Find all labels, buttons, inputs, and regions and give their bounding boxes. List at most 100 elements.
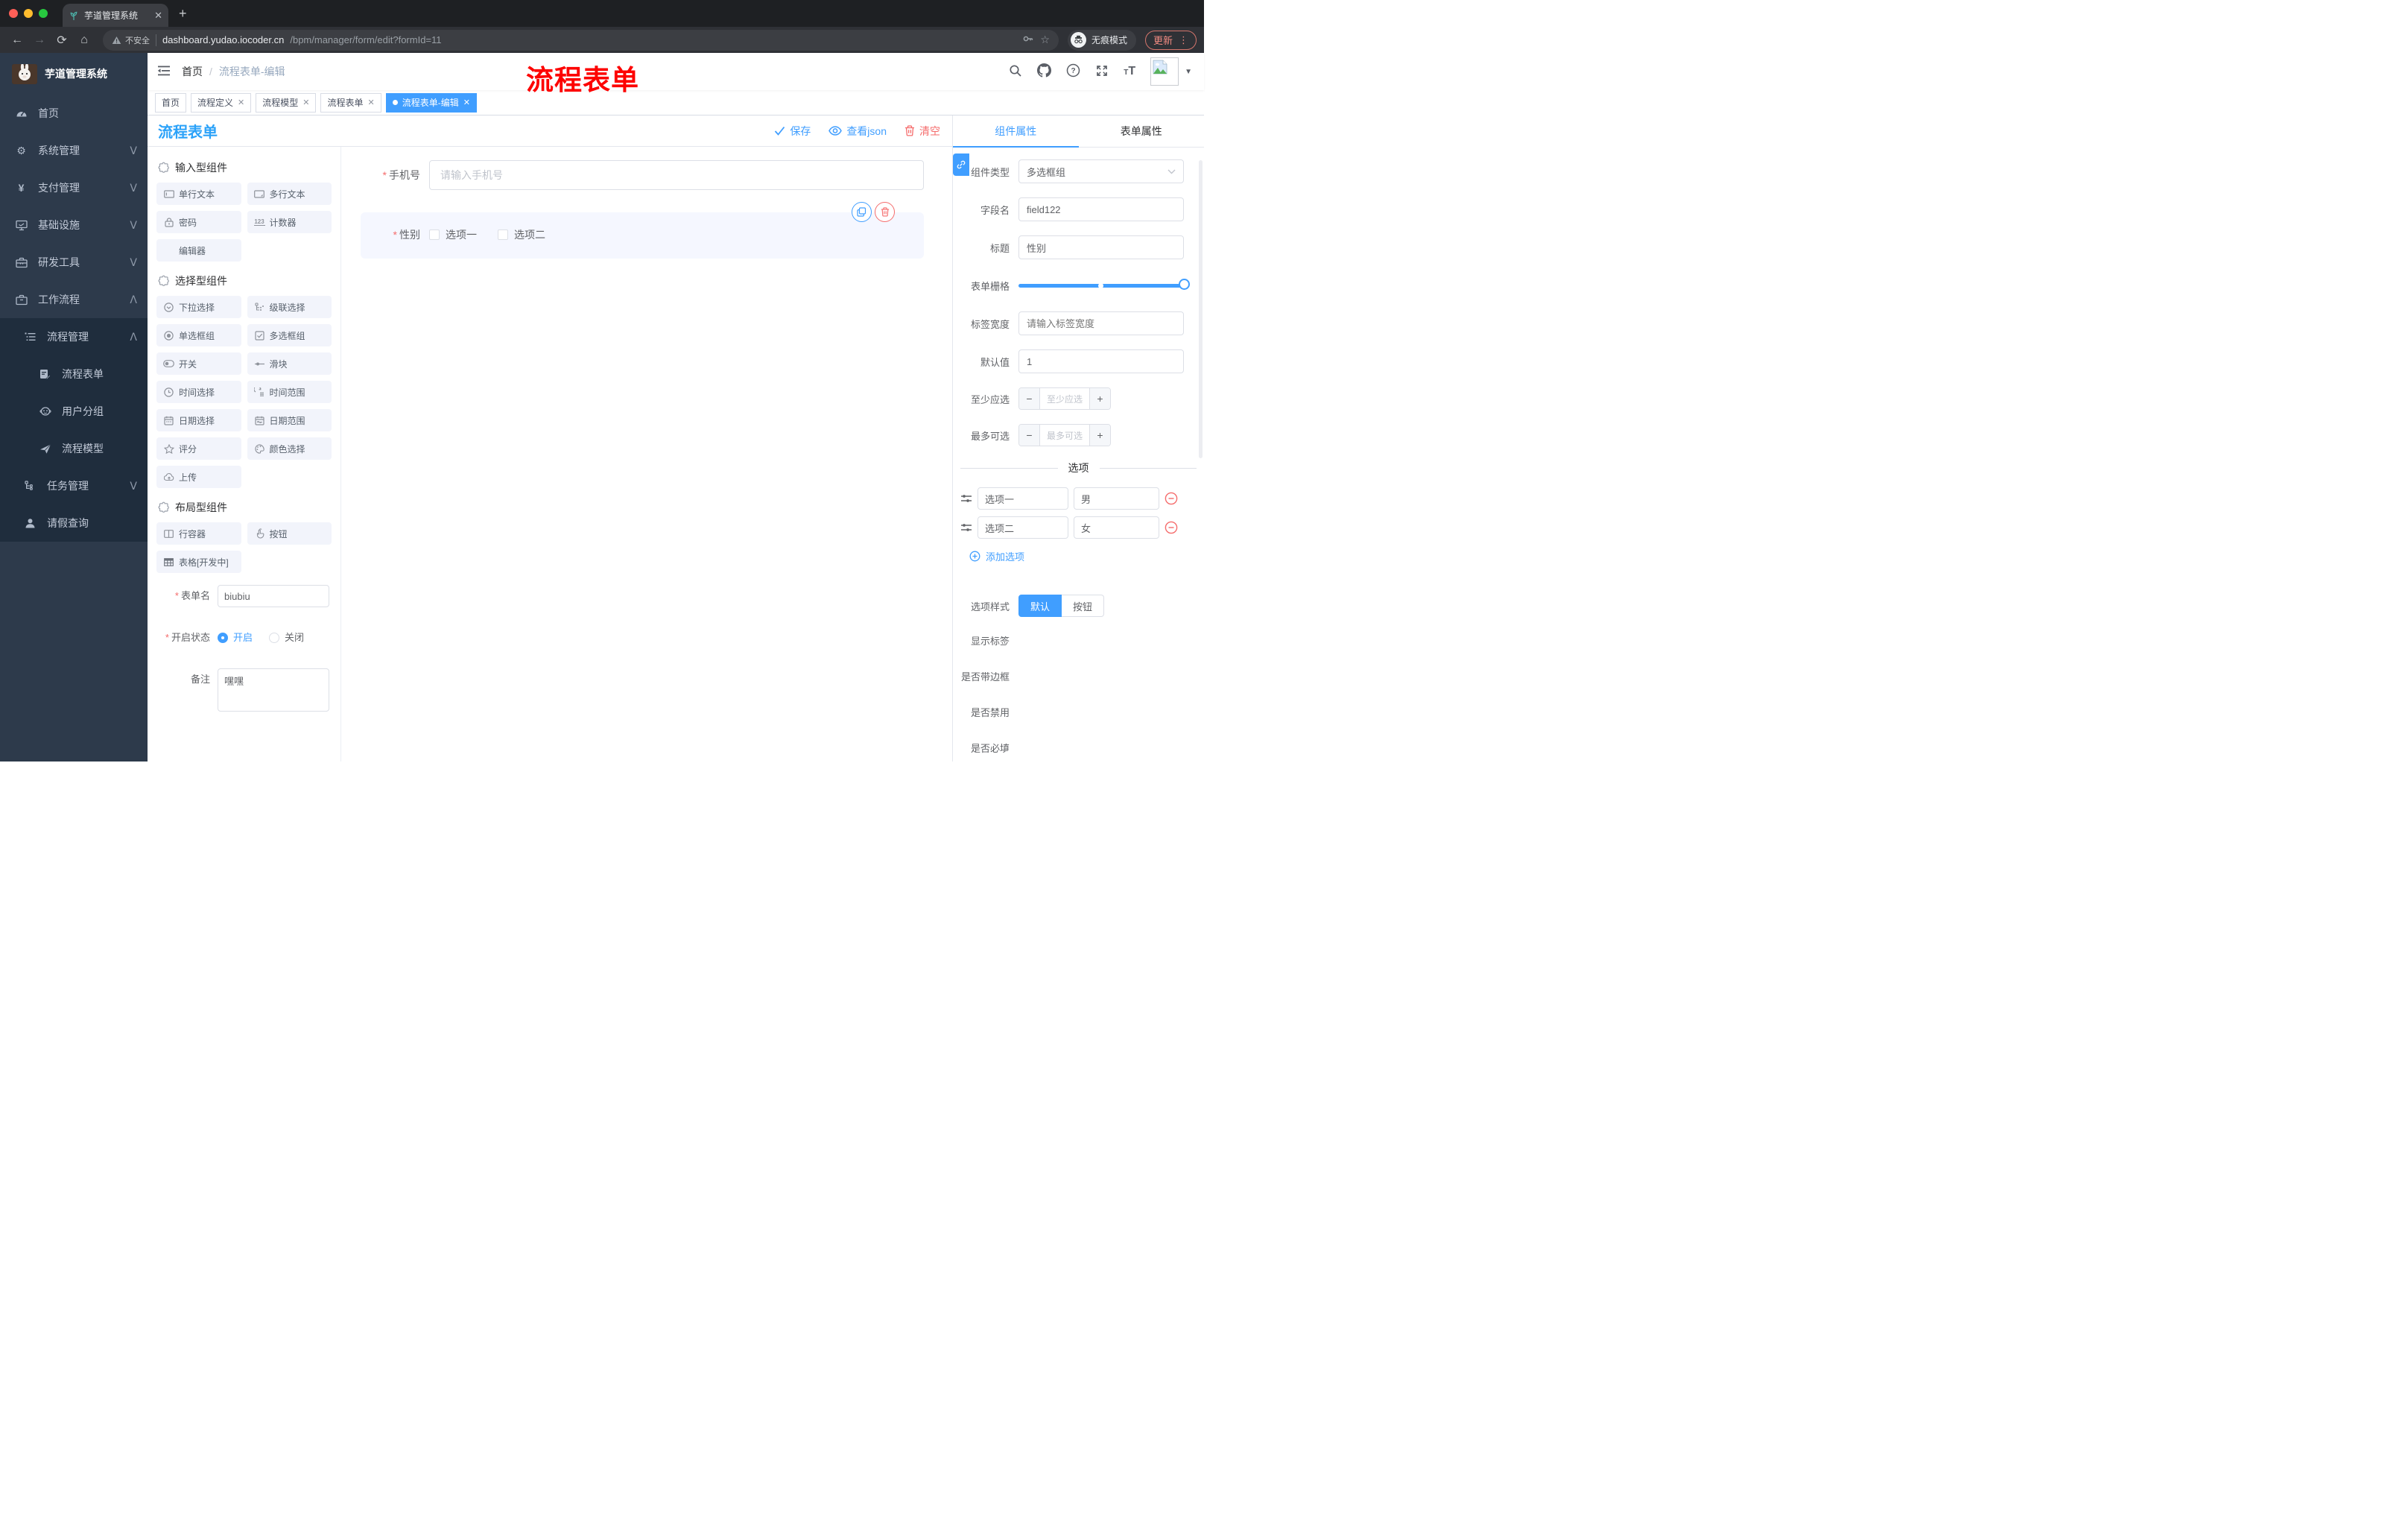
style-default-button[interactable]: 默认 <box>1018 595 1062 617</box>
palette-item-row-container[interactable]: 行容器 <box>156 522 241 545</box>
form-canvas[interactable]: 手机号 请输入手机号 性别 <box>341 147 952 762</box>
not-secure-badge[interactable]: 不安全 <box>112 34 150 46</box>
browser-update-button[interactable]: 更新 ⋮ <box>1144 30 1197 50</box>
remark-textarea[interactable]: 嘿嘿 <box>218 668 329 712</box>
tag-process-definition[interactable]: 流程定义 ✕ <box>191 92 252 113</box>
option1-label-input[interactable] <box>978 487 1068 510</box>
close-icon[interactable]: ✕ <box>302 98 309 107</box>
palette-item-counter[interactable]: 123 计数器 <box>247 211 332 233</box>
status-radio-off[interactable]: 关闭 <box>269 627 304 649</box>
palette-item-date-range[interactable]: 日期范围 <box>247 409 332 431</box>
palette-item-rate[interactable]: 评分 <box>156 437 241 460</box>
copy-widget-button[interactable] <box>852 202 872 222</box>
palette-item-input[interactable]: 单行文本 <box>156 183 241 205</box>
palette-item-select[interactable]: 下拉选择 <box>156 296 241 318</box>
status-radio-on[interactable]: 开启 <box>218 627 253 649</box>
title-input[interactable] <box>1018 235 1184 259</box>
palette-item-editor[interactable]: 编辑器 <box>156 239 241 262</box>
palette-item-switch[interactable]: 开关 <box>156 352 241 375</box>
home-icon[interactable]: ⌂ <box>75 34 94 47</box>
user-avatar[interactable]: ▼ <box>1150 57 1192 86</box>
sidebar-item-process-mgmt[interactable]: 流程管理 ᐱ <box>0 318 148 355</box>
palette-item-textarea[interactable]: 多行文本 <box>247 183 332 205</box>
default-value-input[interactable] <box>1018 349 1184 373</box>
palette-item-date-picker[interactable]: 日期选择 <box>156 409 241 431</box>
sidebar-item-system[interactable]: ⚙ 系统管理 ᐯ <box>0 132 148 169</box>
remove-option-icon[interactable] <box>1165 492 1178 505</box>
remove-option-icon[interactable] <box>1165 521 1178 534</box>
forward-icon[interactable]: → <box>30 34 49 47</box>
phone-input[interactable]: 请输入手机号 <box>429 160 924 190</box>
minimize-window-button[interactable] <box>24 9 33 18</box>
tag-home[interactable]: 首页 <box>155 92 187 113</box>
max-select-stepper[interactable]: − 最多可选 + <box>1018 424 1111 446</box>
gender-checkbox-option1[interactable]: 选项一 <box>429 227 477 242</box>
bookmark-star-icon[interactable]: ☆ <box>1040 34 1050 46</box>
reload-icon[interactable]: ⟳ <box>52 33 72 48</box>
palette-item-color-picker[interactable]: 颜色选择 <box>247 437 332 460</box>
sidebar-item-payment[interactable]: ¥ 支付管理 ᐯ <box>0 169 148 206</box>
font-size-icon[interactable]: TT <box>1124 65 1135 78</box>
drag-handle-icon[interactable] <box>960 522 972 533</box>
hamburger-icon[interactable] <box>156 64 171 80</box>
option2-label-input[interactable] <box>978 516 1068 539</box>
option1-value-input[interactable] <box>1074 487 1159 510</box>
field-name-input[interactable] <box>1018 197 1184 221</box>
sidebar-item-home[interactable]: 首页 <box>0 95 148 132</box>
plus-icon[interactable]: + <box>1089 425 1110 446</box>
fullscreen-icon[interactable] <box>1095 64 1109 80</box>
back-icon[interactable]: ← <box>7 34 27 47</box>
browser-tab[interactable]: 芋道管理系统 ✕ <box>63 4 168 27</box>
address-bar[interactable]: 不安全 dashboard.yudao.iocoder.cn/bpm/manag… <box>103 29 1059 51</box>
breadcrumb-home[interactable]: 首页 <box>182 64 203 79</box>
palette-item-upload[interactable]: 上传 <box>156 466 241 488</box>
sidebar-logo[interactable]: 芋道管理系统 <box>0 53 148 95</box>
sidebar-item-process-form[interactable]: 流程表单 <box>0 355 148 393</box>
palette-item-table[interactable]: 表格[开发中] <box>156 551 241 573</box>
github-icon[interactable] <box>1037 63 1052 80</box>
delete-widget-button[interactable] <box>875 202 895 222</box>
search-icon[interactable] <box>1009 64 1022 80</box>
tab-form-props[interactable]: 表单属性 <box>1079 115 1205 147</box>
key-icon[interactable] <box>1022 33 1034 47</box>
minus-icon[interactable]: − <box>1019 425 1040 446</box>
sidebar-item-devtools[interactable]: 研发工具 ᐯ <box>0 244 148 281</box>
close-icon[interactable]: ✕ <box>368 98 375 107</box>
tag-process-model[interactable]: 流程模型 ✕ <box>256 92 317 113</box>
tag-process-form[interactable]: 流程表单 ✕ <box>320 92 381 113</box>
gender-checkbox-option2[interactable]: 选项二 <box>498 227 545 242</box>
form-name-input[interactable] <box>218 585 329 607</box>
zoom-window-button[interactable] <box>39 9 48 18</box>
sidebar-item-process-model[interactable]: 流程模型 <box>0 430 148 467</box>
save-button[interactable]: 保存 <box>774 124 811 139</box>
canvas-phone-field[interactable]: 手机号 请输入手机号 <box>341 160 924 190</box>
tab-component-props[interactable]: 组件属性 <box>953 115 1079 148</box>
form-grid-slider[interactable] <box>1018 273 1190 297</box>
close-window-button[interactable] <box>9 9 18 18</box>
close-icon[interactable]: ✕ <box>463 98 470 107</box>
style-button-button[interactable]: 按钮 <box>1062 595 1105 617</box>
browser-menu-icon[interactable]: ⋮ <box>1179 34 1188 46</box>
canvas-gender-widget-selected[interactable]: 性别 选项一 选项二 <box>361 202 924 259</box>
sidebar-item-leave-query[interactable]: 请假查询 <box>0 504 148 542</box>
drag-handle-icon[interactable] <box>960 493 972 504</box>
close-icon[interactable]: ✕ <box>238 98 244 107</box>
clear-button[interactable]: 清空 <box>904 124 940 139</box>
component-type-select[interactable]: 多选框组 <box>1018 159 1184 183</box>
scrollbar[interactable] <box>1199 160 1203 458</box>
palette-item-cascader[interactable]: 级联选择 <box>247 296 332 318</box>
plus-icon[interactable]: + <box>1089 388 1110 409</box>
label-width-input[interactable] <box>1018 311 1184 335</box>
palette-item-radio-group[interactable]: 单选框组 <box>156 324 241 346</box>
sidebar-item-workflow[interactable]: 工作流程 ᐱ <box>0 281 148 318</box>
option2-value-input[interactable] <box>1074 516 1159 539</box>
palette-item-time-picker[interactable]: 时间选择 <box>156 381 241 403</box>
sidebar-item-infra[interactable]: 基础设施 ᐯ <box>0 206 148 244</box>
tag-process-form-edit[interactable]: 流程表单-编辑 ✕ <box>385 92 477 113</box>
window-controls[interactable] <box>9 9 48 18</box>
palette-item-slider[interactable]: 滑块 <box>247 352 332 375</box>
sidebar-item-user-group[interactable]: 用户分组 <box>0 393 148 430</box>
add-option-button[interactable]: 添加选项 <box>953 549 1204 563</box>
palette-item-password[interactable]: 密码 <box>156 211 241 233</box>
palette-item-time-range[interactable]: 时间范围 <box>247 381 332 403</box>
